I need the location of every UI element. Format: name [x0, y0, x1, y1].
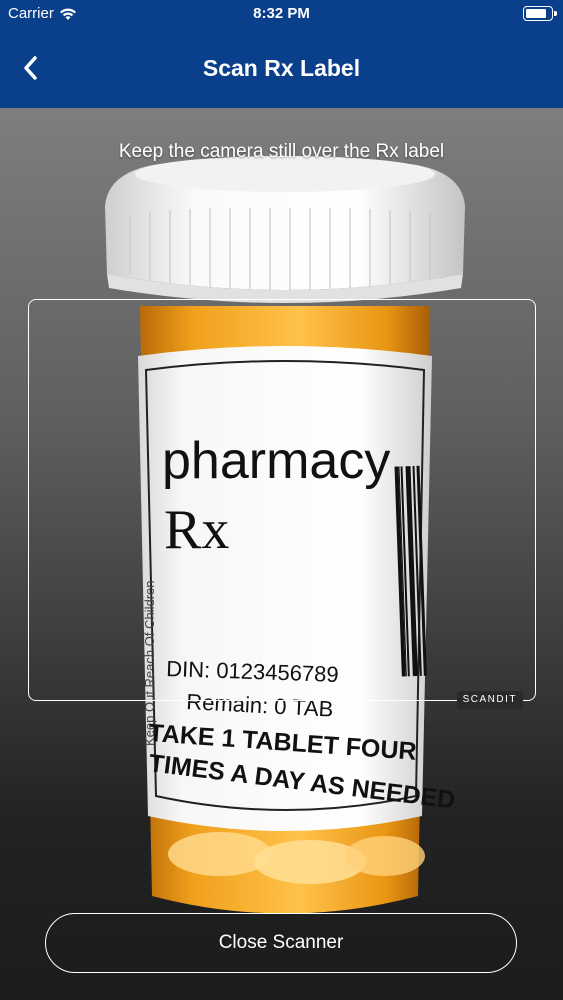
- status-bar: Carrier 8:32 PM: [0, 0, 563, 28]
- status-time: 8:32 PM: [253, 5, 310, 22]
- nav-bar: Scan Rx Label: [0, 28, 563, 108]
- scan-frame: SCANDIT: [28, 299, 536, 709]
- close-scanner-button[interactable]: Close Scanner: [45, 913, 517, 973]
- scan-hint: Keep the camera still over the Rx label: [118, 141, 445, 162]
- battery-icon: [523, 6, 557, 21]
- page-title: Scan Rx Label: [202, 55, 361, 81]
- scandit-logo: SCANDIT: [456, 691, 523, 709]
- battery-level: [526, 9, 546, 18]
- camera-view: Keep the camera still over the Rx label: [0, 108, 563, 1000]
